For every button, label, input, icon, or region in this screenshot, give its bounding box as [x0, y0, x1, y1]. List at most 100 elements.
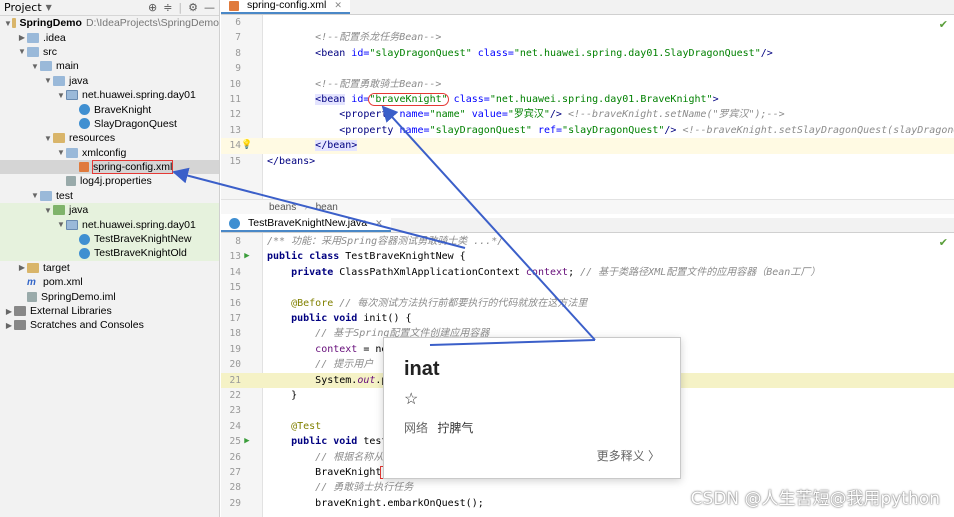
gear-icon[interactable]: ⚙: [188, 1, 198, 14]
code-line: 17 public void init() {: [229, 313, 412, 324]
star-icon[interactable]: ☆: [404, 389, 660, 409]
tree-item-label: SpringDemo: [19, 17, 82, 30]
tree-item-label: BraveKnight: [94, 103, 152, 116]
tree-item-label: java: [69, 74, 89, 87]
expand-down-icon[interactable]: ▼: [56, 220, 66, 229]
tree-item-label: External Libraries: [30, 305, 112, 317]
tree-item[interactable]: ▼ java: [0, 203, 219, 218]
tree-item-label: .idea: [43, 31, 66, 44]
tab-test-brave-knight-new[interactable]: TestBraveKnightNew.java ✕: [221, 217, 391, 232]
tree-item[interactable]: SlayDragonQuest: [0, 117, 219, 131]
close-icon[interactable]: ✕: [334, 0, 342, 13]
code-line: 9: [235, 63, 241, 75]
expand-down-icon[interactable]: ▼: [17, 47, 27, 56]
tree-item-label: resources: [69, 132, 116, 145]
expand-down-icon[interactable]: ▼: [43, 76, 53, 85]
breadcrumb: beans › bean: [221, 199, 954, 214]
project-view-title[interactable]: Project: [4, 1, 42, 14]
tree-item[interactable]: ▼ test: [0, 189, 219, 203]
xml-editor[interactable]: ✔ 6 7 <!--配置杀龙任务Bean--> 8 <bean id="slay…: [221, 15, 954, 199]
locate-icon[interactable]: ⊕: [148, 1, 157, 14]
tree-item[interactable]: SpringDemo.iml: [0, 289, 219, 303]
tree-item-label: log4j.properties: [80, 175, 152, 188]
expand-right-icon[interactable]: ▶: [17, 263, 27, 272]
tree-item-label: TestBraveKnightNew: [94, 233, 192, 246]
file-icon: [27, 291, 37, 302]
xml-file-icon: [229, 0, 239, 11]
tree-item[interactable]: ▼ resources: [0, 131, 219, 145]
expand-down-icon[interactable]: ▼: [43, 206, 53, 215]
tree-item-label: TestBraveKnightOld: [94, 247, 187, 260]
divider: |: [178, 1, 183, 14]
tree-item[interactable]: ▼ src: [0, 45, 219, 59]
tree-item[interactable]: ▼ SpringDemo D:\IdeaProjects\SpringDemo: [0, 16, 219, 30]
tree-item[interactable]: spring-config.xml: [0, 159, 219, 175]
folder-icon: [53, 205, 65, 216]
tree-item[interactable]: ▼ net.huawei.spring.day01: [0, 217, 219, 232]
dictionary-popup: inat ☆ 网络 拧脾气 更多释义 〉: [383, 337, 681, 479]
tree-item[interactable]: ▼ xmlconfig: [0, 146, 219, 160]
expand-down-icon[interactable]: ▼: [56, 91, 66, 100]
xml-file-icon: [79, 162, 89, 173]
project-header: Project ▼ ⊕ ≑ | ⚙ —: [0, 0, 219, 16]
code-line: 8/** 功能：采用Spring容器测试勇敢骑士类 ...*/: [235, 236, 504, 247]
run-icon[interactable]: ▶: [241, 249, 253, 264]
expand-right-icon[interactable]: ▶: [4, 321, 14, 330]
tab-spring-config[interactable]: spring-config.xml ✕: [221, 0, 350, 14]
bulb-icon[interactable]: 💡: [241, 138, 253, 153]
chevron-down-icon[interactable]: ▼: [46, 3, 52, 12]
maven-icon: m: [27, 276, 36, 288]
tree-item[interactable]: ▶ .idea: [0, 30, 219, 44]
tree-item[interactable]: m pom.xml: [0, 275, 219, 289]
breadcrumb-beans[interactable]: beans: [269, 202, 296, 213]
tree-item-label: xmlconfig: [82, 146, 127, 159]
tree-item-label: net.huawei.spring.day01: [82, 218, 196, 231]
tree-item-label: pom.xml: [43, 276, 83, 289]
tree-item[interactable]: ▼ main: [0, 59, 219, 73]
expand-right-icon[interactable]: ▶: [4, 307, 14, 316]
tree-item[interactable]: BraveKnight: [0, 102, 219, 116]
tree-item[interactable]: TestBraveKnightNew: [0, 231, 219, 247]
collapse-icon[interactable]: ≑: [163, 1, 172, 14]
code-line: 12 <property name="name" value="罗宾汉"/> <…: [229, 109, 785, 121]
tree-item[interactable]: ▶ External Libraries: [0, 304, 219, 318]
expand-right-icon[interactable]: ▶: [17, 33, 27, 42]
library-icon: [14, 320, 26, 331]
watermark: CSDN @人生苦短@我用python: [690, 489, 940, 509]
library-icon: [14, 306, 26, 316]
tree-item-label: SlayDragonQuest: [94, 117, 177, 130]
class-icon: [79, 233, 90, 245]
tree-item-label: test: [56, 189, 73, 202]
tree-item-label: SpringDemo.iml: [41, 290, 116, 303]
tree-item[interactable]: ▶ target: [0, 261, 219, 275]
breadcrumb-bean[interactable]: bean: [316, 202, 338, 213]
code-line: 15: [229, 282, 241, 294]
hide-icon[interactable]: —: [204, 1, 215, 14]
tree-item[interactable]: ▼ net.huawei.spring.day01: [0, 88, 219, 102]
folder-icon: [27, 262, 39, 273]
more-definitions-link[interactable]: 更多释义 〉: [597, 447, 660, 464]
close-icon[interactable]: ✕: [375, 216, 383, 231]
expand-down-icon[interactable]: ▼: [4, 19, 12, 28]
popup-meaning: 网络 拧脾气: [404, 419, 660, 436]
tab-label: TestBraveKnightNew.java: [248, 217, 368, 229]
run-icon[interactable]: ▶: [241, 434, 253, 449]
expand-down-icon[interactable]: ▼: [30, 191, 40, 200]
tree-item[interactable]: ▼ java: [0, 74, 219, 88]
tree-item-label: src: [43, 45, 57, 58]
tree-item[interactable]: TestBraveKnightOld: [0, 246, 219, 261]
expand-down-icon[interactable]: ▼: [56, 148, 66, 157]
tree-item-label: main: [56, 60, 79, 73]
folder-icon: [11, 18, 16, 29]
expand-down-icon[interactable]: ▼: [43, 134, 53, 143]
tree-item-label: Scratches and Consoles: [30, 319, 144, 332]
tree-item[interactable]: ▶ Scratches and Consoles: [0, 318, 219, 332]
code-line: 13 <property name="slayDragonQuest" ref=…: [229, 124, 954, 136]
tree-item[interactable]: log4j.properties: [0, 174, 219, 188]
java-tab-bar: TestBraveKnightNew.java ✕: [221, 217, 954, 233]
code-line: 16 @Before // 每次测试方法执行前都要执行的代码就放在这方法里: [229, 297, 588, 309]
expand-down-icon[interactable]: ▼: [30, 62, 40, 71]
tree-item-label: java: [69, 204, 89, 217]
class-icon: [79, 104, 90, 116]
project-path: D:\IdeaProjects\SpringDemo: [85, 17, 219, 30]
